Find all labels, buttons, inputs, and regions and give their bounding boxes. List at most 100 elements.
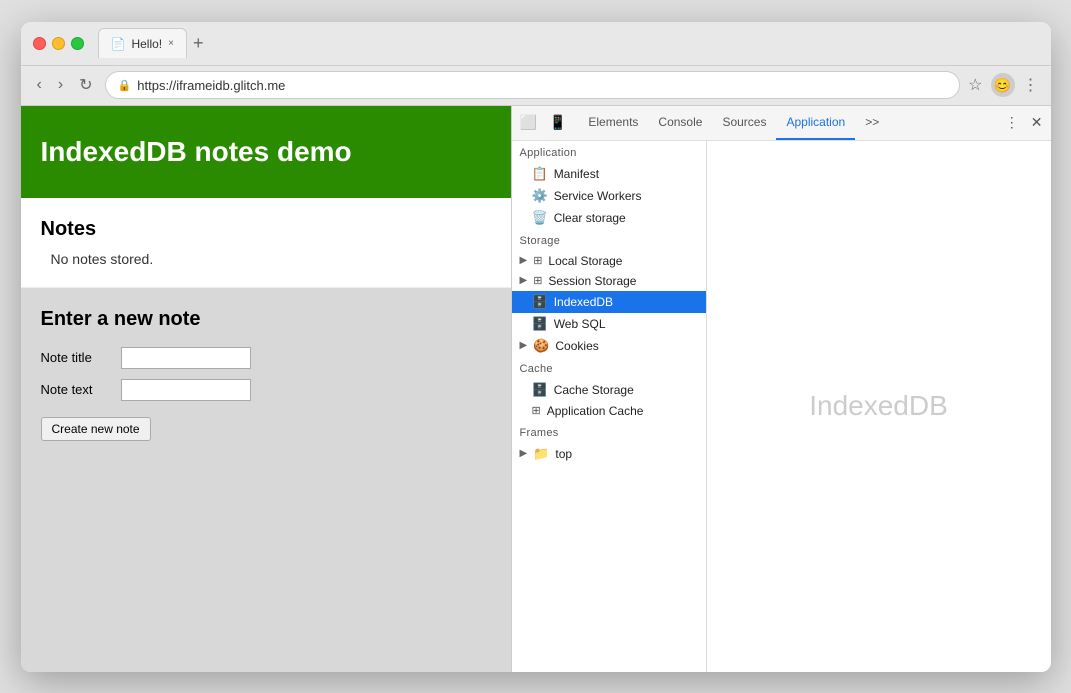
sidebar-manifest-label: Manifest <box>554 167 599 181</box>
note-title-row: Note title <box>41 347 491 369</box>
browser-tab[interactable]: 📄 Hello! × <box>98 28 187 58</box>
address-bar[interactable]: 🔒 https://iframeidb.glitch.me <box>105 71 961 99</box>
note-title-input[interactable] <box>121 347 251 369</box>
section-label-frames: Frames <box>512 421 706 443</box>
tab-console[interactable]: Console <box>648 106 712 141</box>
tab-elements[interactable]: Elements <box>578 106 648 141</box>
refresh-button[interactable]: ↻ <box>75 73 96 97</box>
menu-button[interactable]: ⋮ <box>1023 75 1039 95</box>
sidebar-cache-storage-label: Cache Storage <box>554 383 634 397</box>
browser-window: 📄 Hello! × + ‹ › ↻ 🔒 https://iframeidb.g… <box>21 22 1051 672</box>
tab-title: Hello! <box>131 37 162 51</box>
section-label-cache: Cache <box>512 357 706 379</box>
new-note-heading: Enter a new note <box>41 308 491 331</box>
forward-button[interactable]: › <box>54 74 67 96</box>
avatar[interactable]: 😊 <box>991 73 1015 97</box>
sidebar-item-session-storage[interactable]: ▶ ⊞ Session Storage <box>512 271 706 291</box>
sidebar-item-cookies[interactable]: ▶ 🍪 Cookies <box>512 335 706 357</box>
page-header: IndexedDB notes demo <box>21 106 511 198</box>
sidebar-item-local-storage[interactable]: ▶ ⊞ Local Storage <box>512 251 706 271</box>
sidebar-web-sql-label: Web SQL <box>554 317 606 331</box>
sidebar-frames-top-label: top <box>555 447 572 461</box>
sidebar-service-workers-label: Service Workers <box>554 189 642 203</box>
session-storage-icon: ⊞ <box>533 274 542 287</box>
indexeddb-icon: 🗄️ <box>532 294 548 310</box>
url-text: https://iframeidb.glitch.me <box>137 78 285 93</box>
web-sql-icon: 🗄️ <box>532 316 548 332</box>
local-storage-arrow: ▶ <box>520 255 528 266</box>
minimize-button[interactable] <box>52 37 65 50</box>
clear-storage-icon: 🗑️ <box>532 210 548 226</box>
frames-top-arrow: ▶ <box>520 448 528 459</box>
tab-application-label: Application <box>786 115 845 129</box>
new-note-section: Enter a new note Note title Note text Cr… <box>21 288 511 672</box>
sidebar-item-application-cache[interactable]: ⊞ Application Cache <box>512 401 706 421</box>
sidebar-cookies-label: Cookies <box>555 339 598 353</box>
cookies-arrow: ▶ <box>520 340 528 351</box>
tab-favicon: 📄 <box>111 37 126 51</box>
section-label-application: Application <box>512 141 706 163</box>
note-title-label: Note title <box>41 350 111 365</box>
lock-icon: 🔒 <box>118 79 132 92</box>
notes-heading: Notes <box>41 218 491 241</box>
note-text-input[interactable] <box>121 379 251 401</box>
nav-bar: ‹ › ↻ 🔒 https://iframeidb.glitch.me ☆ 😊 … <box>21 66 1051 106</box>
tab-more-label: >> <box>865 115 879 129</box>
notes-section: Notes No notes stored. <box>21 198 511 288</box>
tab-close-button[interactable]: × <box>168 38 174 49</box>
tab-console-label: Console <box>658 115 702 129</box>
tab-elements-label: Elements <box>588 115 638 129</box>
session-storage-arrow: ▶ <box>520 275 528 286</box>
devtools-main-panel: IndexedDB <box>707 141 1051 672</box>
sidebar-item-top[interactable]: ▶ 📁 top <box>512 443 706 465</box>
application-cache-icon: ⊞ <box>532 404 541 417</box>
note-text-row: Note text <box>41 379 491 401</box>
nav-actions: ☆ 😊 ⋮ <box>968 73 1038 97</box>
cache-storage-icon: 🗄️ <box>532 382 548 398</box>
sidebar-item-clear-storage[interactable]: 🗑️ Clear storage <box>512 207 706 229</box>
maximize-button[interactable] <box>71 37 84 50</box>
no-notes-text: No notes stored. <box>51 251 491 267</box>
local-storage-icon: ⊞ <box>533 254 542 267</box>
close-button[interactable] <box>33 37 46 50</box>
note-text-label: Note text <box>41 382 111 397</box>
devtools-inspect-button[interactable]: ⬜ <box>516 112 541 133</box>
new-tab-button[interactable]: + <box>187 34 210 52</box>
sidebar-item-indexeddb[interactable]: 🗄️ IndexedDB <box>512 291 706 313</box>
sidebar-local-storage-label: Local Storage <box>548 254 622 268</box>
sidebar-indexeddb-label: IndexedDB <box>554 295 613 309</box>
devtools-more-button[interactable]: ⋮ <box>1001 112 1023 133</box>
devtools-content: Application 📋 Manifest ⚙️ Service Worker… <box>512 141 1051 672</box>
title-bar: 📄 Hello! × + <box>21 22 1051 66</box>
frames-top-icon: 📁 <box>533 446 549 462</box>
tab-sources-label: Sources <box>722 115 766 129</box>
content-area: IndexedDB notes demo Notes No notes stor… <box>21 106 1051 672</box>
bookmark-button[interactable]: ☆ <box>968 75 982 95</box>
sidebar-session-storage-label: Session Storage <box>548 274 636 288</box>
tab-application[interactable]: Application <box>776 106 855 141</box>
sidebar-item-cache-storage[interactable]: 🗄️ Cache Storage <box>512 379 706 401</box>
tab-sources[interactable]: Sources <box>712 106 776 141</box>
devtools-actions: ⋮ ✕ <box>1001 112 1047 133</box>
page-header-title: IndexedDB notes demo <box>41 136 491 168</box>
tab-bar: 📄 Hello! × + <box>98 28 1039 58</box>
devtools-close-button[interactable]: ✕ <box>1027 112 1047 133</box>
sidebar-item-service-workers[interactable]: ⚙️ Service Workers <box>512 185 706 207</box>
sidebar-clear-storage-label: Clear storage <box>554 211 626 225</box>
indexeddb-placeholder-text: IndexedDB <box>809 390 948 422</box>
section-label-storage: Storage <box>512 229 706 251</box>
cookies-icon: 🍪 <box>533 338 549 354</box>
back-button[interactable]: ‹ <box>33 74 46 96</box>
devtools-tabs: ⬜ 📱 Elements Console Sources Application… <box>512 106 1051 141</box>
service-workers-icon: ⚙️ <box>532 188 548 204</box>
devtools-sidebar: Application 📋 Manifest ⚙️ Service Worker… <box>512 141 707 672</box>
sidebar-item-manifest[interactable]: 📋 Manifest <box>512 163 706 185</box>
sidebar-application-cache-label: Application Cache <box>547 404 644 418</box>
devtools-left-icons: ⬜ 📱 <box>516 112 571 133</box>
devtools-device-button[interactable]: 📱 <box>545 112 570 133</box>
webpage: IndexedDB notes demo Notes No notes stor… <box>21 106 511 672</box>
create-note-button[interactable]: Create new note <box>41 417 151 441</box>
tab-more[interactable]: >> <box>855 106 889 141</box>
sidebar-item-web-sql[interactable]: 🗄️ Web SQL <box>512 313 706 335</box>
manifest-icon: 📋 <box>532 166 548 182</box>
